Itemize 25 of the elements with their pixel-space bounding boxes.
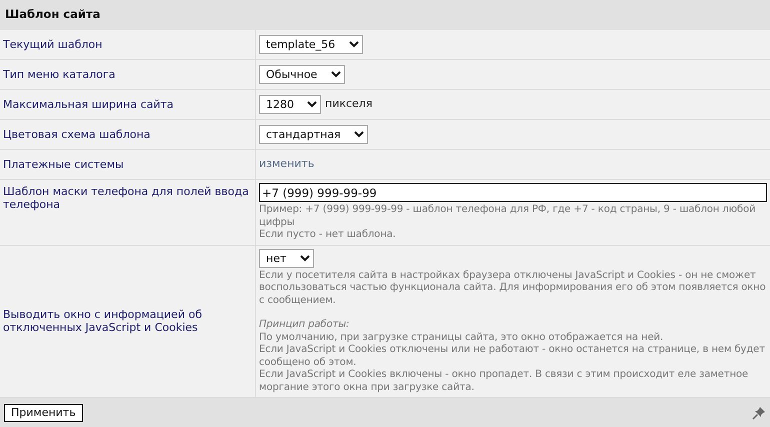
field-label: Тип меню каталога [3,68,116,81]
section-title: Шаблон сайта [5,6,100,24]
note-heading: Принцип работы: [259,319,350,332]
field-label: Выводить окно с информацией об отключенных JavaScript и Cookies [3,308,203,334]
field-label: Цветовая схема шаблона [3,128,150,141]
help-text: По умолчанию, при загрузке страницы сайта, это окно отображается на ней. [259,332,664,344]
help-text: Пример: +7 (999) 999-99-99 - шаблон телефона для РФ, где +7 - код страны, 9 - шаблон любой цифры [259,204,757,229]
dropdown[interactable]: стандартная [259,125,368,144]
change-link[interactable]: изменить [259,156,314,173]
help-text: Если у посетителя сайта в настройках браузера отключены JavaScript и Cookies - он не сможет воспользоваться частью функционала сайта. Для информирования его об этом появляется окно с сообщением. [259,270,767,307]
field-label: Платежные системы [3,158,124,171]
field-label: Шаблон маски телефона для полей ввода телефона [3,185,250,211]
dropdown[interactable]: 1280 [259,95,321,114]
field-label: Максимальная ширина сайта [3,98,174,111]
field-label: Текущий шаблон [3,38,102,51]
help-text: Если пусто - нет шаблона. [259,229,397,242]
input-field[interactable]: +7 (999) 999-99-99 [259,183,767,202]
dropdown[interactable]: нет [259,248,314,268]
help-text: Если JavaScript и Cookies включены - окно пропадет. В связи с этим происходит еле заметное моргание этого окна при загрузке сайта. [259,369,750,394]
unit-label: пикселя [325,96,372,112]
apply-button[interactable]: Применить [4,404,83,422]
help-text: Если JavaScript и Cookies отключены или не работают - окно останется на странице, в нем будет сообщено об этом. [259,344,766,369]
dropdown[interactable]: Обычное [259,65,345,84]
dropdown[interactable]: template_56 [259,35,363,54]
pin-icon[interactable] [752,406,766,420]
